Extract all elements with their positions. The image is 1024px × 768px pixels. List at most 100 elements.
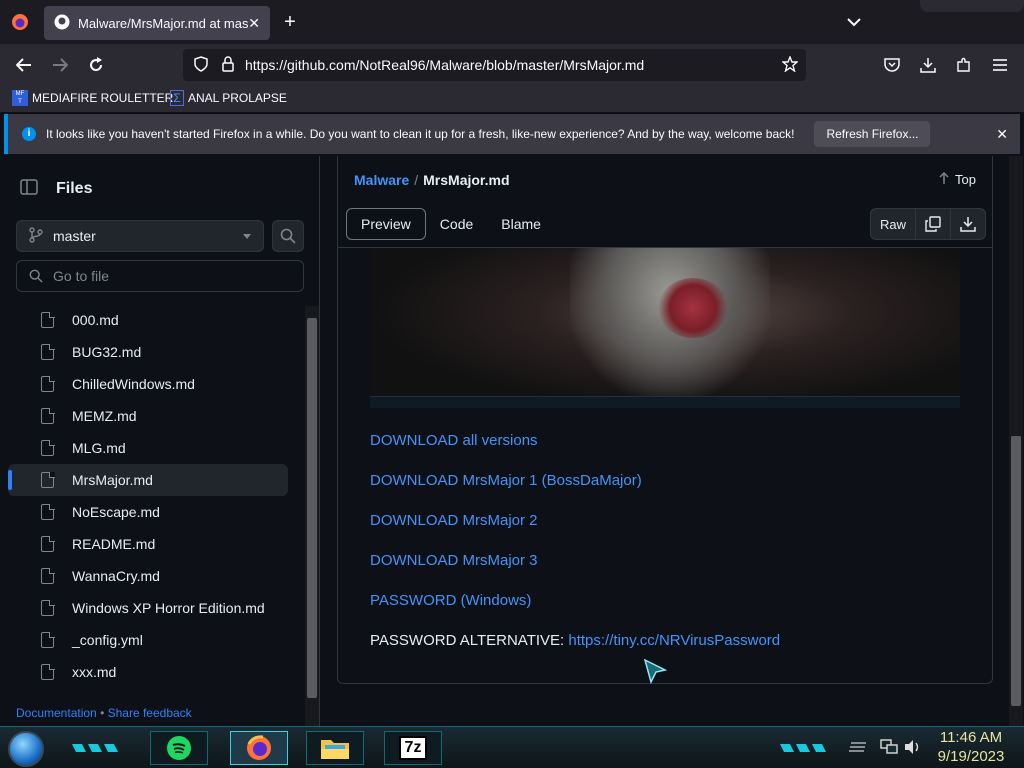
share-feedback-link[interactable]: Share feedback — [108, 706, 192, 720]
taskbar-firefox[interactable] — [230, 731, 288, 765]
file-name: 000.md — [72, 312, 119, 328]
collapse-sidebar-icon[interactable] — [20, 178, 38, 201]
download-mrsmajor-3-link[interactable]: DOWNLOAD MrsMajor 3 — [370, 552, 538, 569]
firefox-icon — [247, 735, 271, 760]
refresh-firefox-button[interactable]: Refresh Firefox... — [814, 121, 931, 147]
view-tabs: Preview Code Blame — [346, 208, 555, 240]
file-actions: Raw — [869, 208, 986, 240]
downloads-icon[interactable] — [916, 53, 940, 77]
forward-icon[interactable] — [48, 53, 72, 77]
file-item-mrsmajor[interactable]: MrsMajor.md — [8, 464, 288, 496]
pocket-icon[interactable] — [880, 53, 904, 77]
raw-button[interactable]: Raw — [871, 209, 916, 239]
clock-time: 11:46 AM — [939, 729, 1003, 746]
markdown-preview — [337, 248, 993, 684]
extensions-icon[interactable] — [952, 53, 976, 77]
taskbar-file-explorer[interactable] — [306, 731, 364, 765]
copy-raw-button[interactable] — [916, 209, 951, 239]
file-item-xxx[interactable]: xxx.md — [8, 656, 288, 688]
top-label: Top — [955, 172, 976, 187]
file-item-noescape[interactable]: NoEscape.md — [8, 496, 288, 528]
lock-icon[interactable] — [221, 55, 235, 75]
new-tab-icon[interactable]: + — [278, 10, 302, 34]
url-text[interactable]: https://github.com/NotReal96/Malware/blo… — [245, 57, 782, 73]
file-name: MLG.md — [72, 440, 126, 456]
file-name: WannaCry.md — [72, 568, 160, 584]
file-list: 000.md BUG32.md ChilledWindows.md MEMZ.m… — [0, 304, 304, 688]
breadcrumb-repo-link[interactable]: Malware — [354, 172, 409, 188]
password-alternative-line: PASSWORD ALTERNATIVE: https://tiny.cc/NR… — [370, 632, 780, 649]
file-item-000[interactable]: 000.md — [8, 304, 288, 336]
close-tab-icon[interactable]: ✕ — [248, 15, 260, 32]
hamburger-menu-icon[interactable] — [988, 53, 1012, 77]
7zip-icon: 7z — [398, 736, 428, 760]
main-scrollbar-thumb[interactable] — [1011, 436, 1021, 706]
top-button[interactable]: Top — [939, 171, 976, 187]
file-item-chilledwindows[interactable]: ChilledWindows.md — [8, 368, 288, 400]
caret-down-icon — [243, 233, 251, 239]
sidebar-scrollbar-thumb[interactable] — [307, 318, 317, 698]
mrsmajor-screenshot-image — [370, 248, 960, 408]
browser-tab-bar: Malware/MrsMajor.md at mast ✕ + — [0, 0, 1024, 44]
back-icon[interactable] — [12, 53, 36, 77]
file-icon — [41, 471, 55, 488]
file-item-memz[interactable]: MEMZ.md — [8, 400, 288, 432]
download-raw-button[interactable] — [951, 209, 985, 239]
bookmark-star-icon[interactable] — [781, 54, 799, 75]
bookmark-mediafire[interactable]: MF T MEDIAFIRE ROULETTER — [12, 90, 173, 106]
file-item-wannacry[interactable]: WannaCry.md — [8, 560, 288, 592]
sidebar-scrollbar[interactable] — [305, 306, 319, 726]
url-bar[interactable]: https://github.com/NotReal96/Malware/blo… — [183, 49, 806, 81]
main-scrollbar[interactable] — [1009, 156, 1023, 726]
file-item-windows-xp-horror[interactable]: Windows XP Horror Edition.md — [8, 592, 288, 624]
browser-nav-bar: https://github.com/NotReal96/Malware/blo… — [0, 44, 1024, 86]
footer-separator: • — [100, 706, 105, 720]
download-mrsmajor-1-link[interactable]: DOWNLOAD MrsMajor 1 (BossDaMajor) — [370, 472, 642, 489]
go-to-file-input[interactable]: Go to file — [16, 260, 304, 292]
password-alternative-link[interactable]: https://tiny.cc/NRVirusPassword — [568, 632, 780, 649]
download-mrsmajor-2-link[interactable]: DOWNLOAD MrsMajor 2 — [370, 512, 538, 529]
file-item-readme[interactable]: README.md — [8, 528, 288, 560]
file-icon — [41, 567, 55, 584]
firefox-menu-icon[interactable] — [8, 10, 32, 34]
tray-stacked-icon[interactable] — [848, 741, 866, 759]
documentation-link[interactable]: Documentation — [16, 706, 97, 720]
tracking-shield-icon[interactable] — [193, 55, 209, 75]
file-item-mlg[interactable]: MLG.md — [8, 432, 288, 464]
file-icon — [41, 599, 55, 616]
file-item-bug32[interactable]: BUG32.md — [8, 336, 288, 368]
taskbar-clock[interactable]: 11:46 AM 9/19/2023 — [932, 728, 1010, 766]
branch-name: master — [53, 228, 96, 244]
bookmark-label: MEDIAFIRE ROULETTER — [32, 91, 174, 105]
taskbar-spotify[interactable] — [150, 731, 208, 765]
bookmark-anal-prolapse[interactable]: Σ ANAL PROLAPSE — [170, 90, 287, 106]
download-all-versions-link[interactable]: DOWNLOAD all versions — [370, 432, 538, 449]
branch-selector[interactable]: master — [16, 220, 264, 252]
volume-icon[interactable] — [904, 739, 922, 760]
window-controls-edge — [920, 0, 1024, 12]
image-rose — [658, 278, 728, 338]
file-header: Malware / MrsMajor.md Top Preview Code B… — [337, 156, 993, 248]
close-notice-icon[interactable]: ✕ — [996, 126, 1008, 143]
taskbar-7zip[interactable]: 7z — [384, 731, 442, 765]
tab-title: Malware/MrsMajor.md at mast — [78, 15, 249, 31]
active-tab[interactable]: Malware/MrsMajor.md at mast ✕ — [44, 6, 270, 40]
tab-preview[interactable]: Preview — [346, 208, 426, 240]
file-icon — [41, 631, 55, 648]
reload-icon[interactable] — [84, 53, 108, 77]
sidebar-title: Files — [56, 180, 93, 197]
file-name: README.md — [72, 536, 156, 552]
tab-code[interactable]: Code — [426, 208, 487, 240]
bookmarks-toolbar: MF T MEDIAFIRE ROULETTER Σ ANAL PROLAPSE — [0, 86, 1024, 112]
file-name: _config.yml — [72, 632, 143, 648]
password-windows-link[interactable]: PASSWORD (Windows) — [370, 592, 531, 609]
tab-blame[interactable]: Blame — [487, 208, 555, 240]
sidebar-footer: Documentation • Share feedback — [16, 706, 192, 720]
network-icon[interactable] — [880, 739, 898, 760]
file-icon — [41, 343, 55, 360]
start-button-icon[interactable] — [8, 731, 44, 767]
search-files-button[interactable] — [272, 220, 304, 252]
file-icon — [41, 407, 55, 424]
file-item-config[interactable]: _config.yml — [8, 624, 288, 656]
list-tabs-icon[interactable] — [842, 10, 866, 34]
